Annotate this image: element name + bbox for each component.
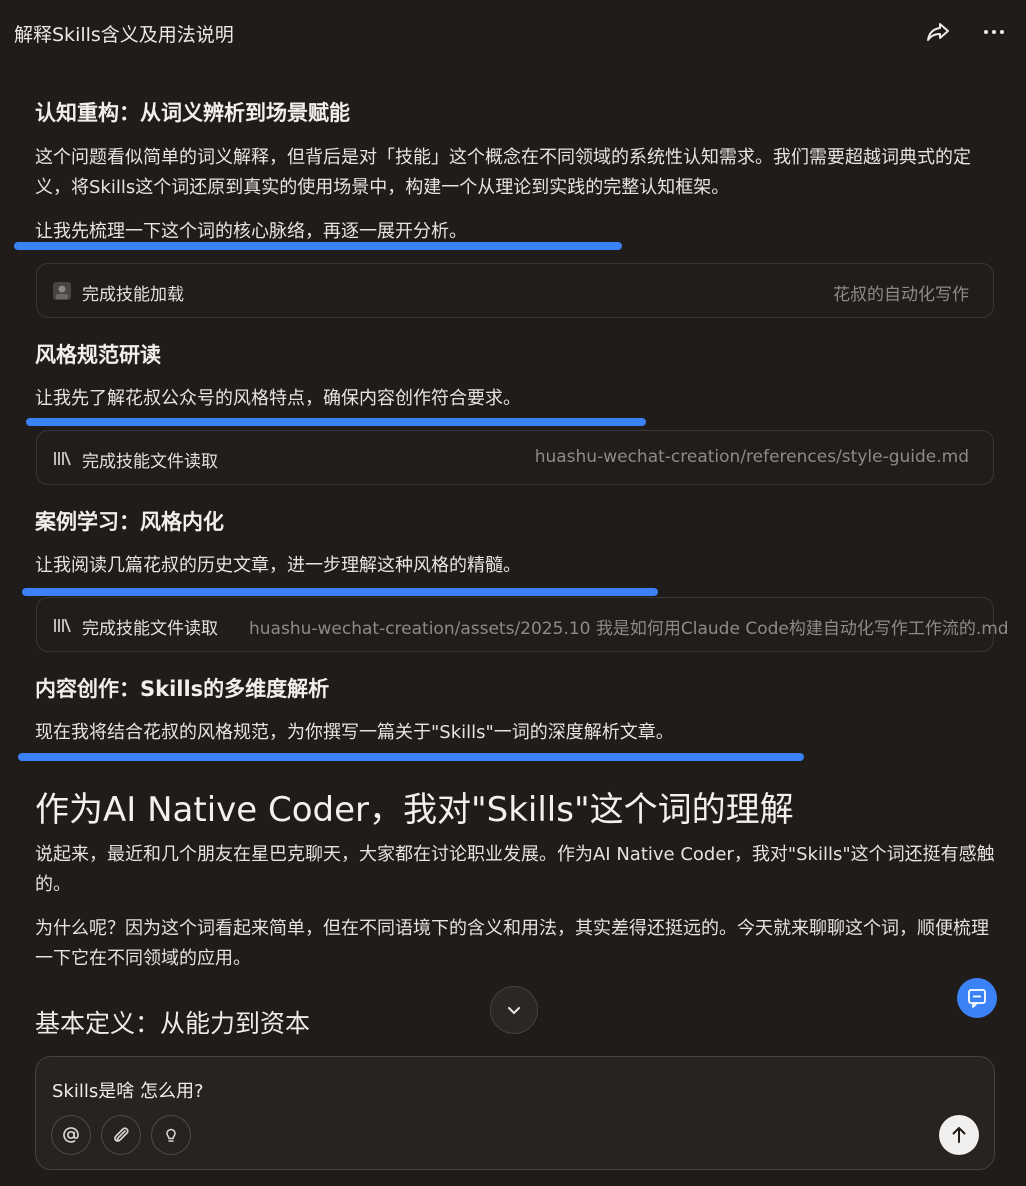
library-icon: [53, 616, 71, 634]
composer-input[interactable]: Skills是啥 怎么用?: [52, 1077, 204, 1103]
mention-button[interactable]: [51, 1115, 91, 1155]
section-heading: 案例学习：风格内化: [35, 510, 224, 534]
tool-card-meta: huashu-wechat-creation/references/style-…: [534, 447, 969, 467]
article-subheading: 基本定义：从能力到资本: [35, 1009, 311, 1038]
library-icon: [53, 449, 71, 467]
section-note: 现在我将结合花叔的风格规范，为你撰写一篇关于"Skills"一词的深度解析文章。: [35, 722, 674, 743]
chevron-down-icon: [508, 1007, 520, 1014]
tool-card-skill-load[interactable]: 完成技能加载 花叔的自动化写作: [36, 263, 994, 318]
idea-button[interactable]: [151, 1115, 191, 1155]
tool-card-label: 完成技能文件读取: [82, 452, 218, 472]
section-paragraph: 这个问题看似简单的词义解释，但背后是对「技能」这个概念在不同领域的系统性认知需求…: [35, 147, 971, 198]
send-button[interactable]: [939, 1115, 979, 1155]
section-heading: 认知重构：从词义辨析到场景赋能: [35, 101, 350, 125]
feedback-button[interactable]: [957, 978, 997, 1018]
article-paragraph: 说起来，最近和几个朋友在星巴克聊天，大家都在讨论职业发展。作为AI Native…: [35, 844, 995, 895]
highlight-stroke: [22, 588, 658, 596]
tool-card-meta: 花叔的自动化写作: [833, 285, 969, 305]
at-sign-icon: [63, 1127, 79, 1143]
tool-card-meta: huashu-wechat-creation/assets/2025.10 我是…: [249, 619, 1009, 639]
section-heading: 内容创作：Skills的多维度解析: [35, 677, 330, 701]
highlight-stroke: [26, 418, 646, 426]
paperclip-icon: [114, 1127, 129, 1142]
article-title: 作为AI Native Coder，我对"Skills"这个词的理解: [35, 790, 794, 830]
message-composer[interactable]: Skills是啥 怎么用?: [35, 1056, 995, 1170]
section-note: 让我阅读几篇花叔的历史文章，进一步理解这种风格的精髓。: [35, 555, 521, 576]
section-heading: 风格规范研读: [35, 343, 161, 367]
arrow-up-icon: [952, 1127, 966, 1143]
highlight-stroke: [14, 242, 622, 250]
tool-card-label: 完成技能文件读取: [82, 619, 218, 639]
scroll-to-bottom-button[interactable]: [490, 986, 538, 1034]
attach-button[interactable]: [101, 1115, 141, 1155]
lightbulb-icon: [166, 1128, 176, 1142]
highlight-stroke: [18, 753, 804, 761]
message-icon: [968, 989, 986, 1008]
article-paragraph: 为什么呢？因为这个词看起来简单，但在不同语境下的含义和用法，其实差得还挺远的。今…: [35, 918, 989, 969]
section-note: 让我先了解花叔公众号的风格特点，确保内容创作符合要求。: [35, 388, 521, 409]
tool-card-file-read[interactable]: 完成技能文件读取 huashu-wechat-creation/referenc…: [36, 430, 994, 485]
avatar-icon: [53, 282, 71, 300]
tool-card-file-read[interactable]: 完成技能文件读取 huashu-wechat-creation/assets/2…: [36, 597, 1009, 652]
tool-card-label: 完成技能加载: [82, 285, 184, 305]
